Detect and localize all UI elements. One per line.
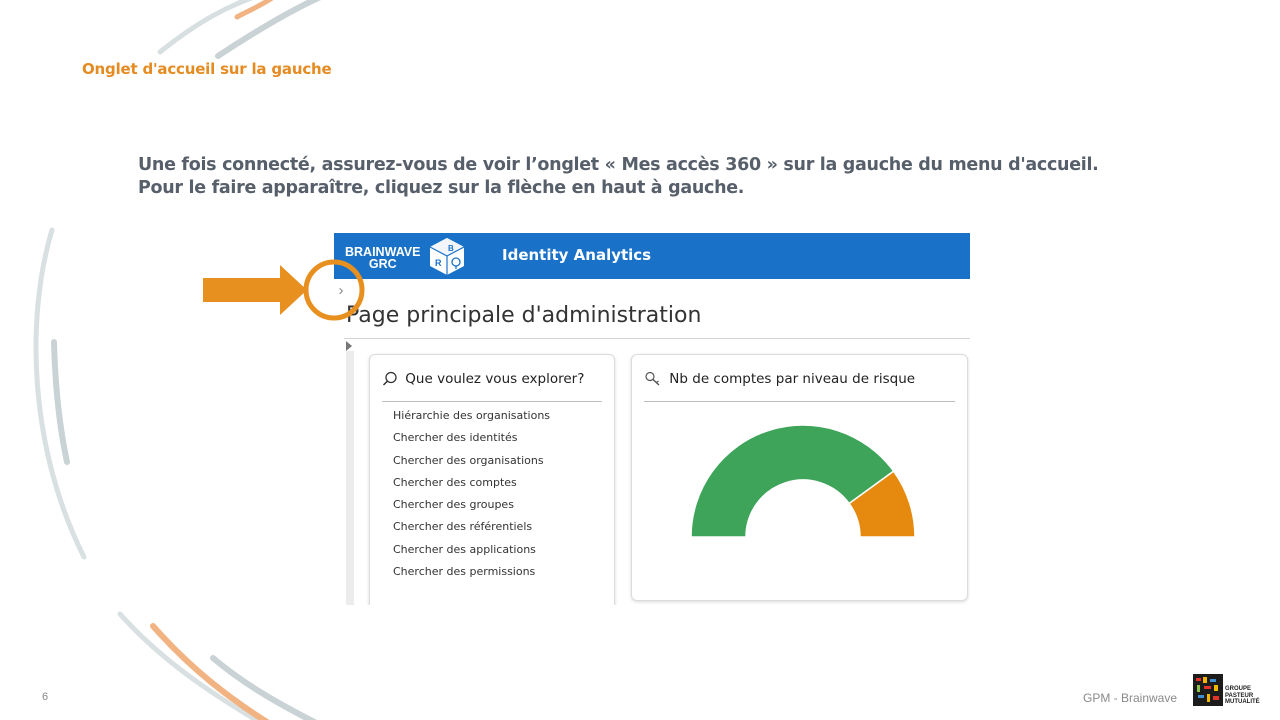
highlight-circle bbox=[303, 259, 365, 321]
logo-line-3: MUTUALITÉ bbox=[1225, 699, 1260, 705]
annotation-layer bbox=[203, 259, 365, 321]
gpm-logo-icon bbox=[1193, 674, 1223, 706]
pointer-arrow-icon bbox=[203, 265, 307, 315]
footer-text: GPM - Brainwave bbox=[1083, 691, 1178, 705]
page-number: 6 bbox=[42, 691, 49, 703]
gpm-logo-text: GROUPE PASTEUR MUTUALITÉ bbox=[1225, 686, 1260, 706]
